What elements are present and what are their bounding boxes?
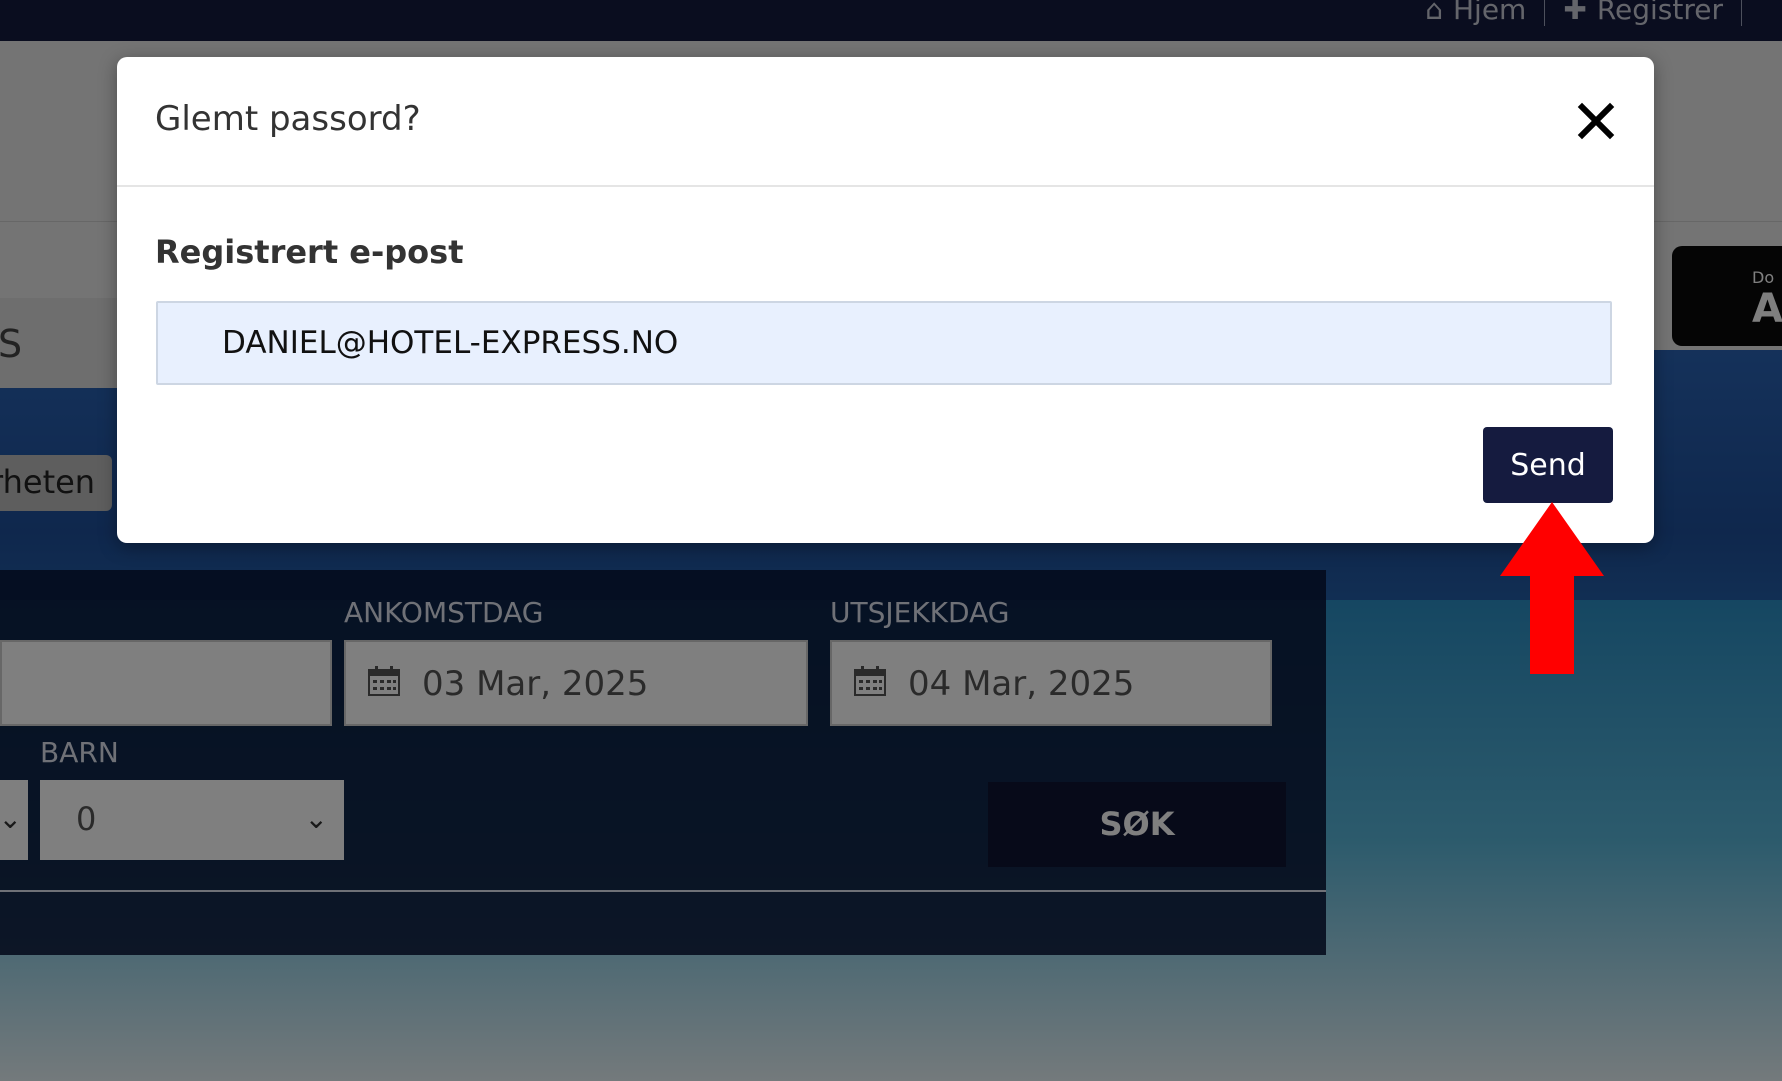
email-field-label: Registrert e-post bbox=[155, 233, 464, 271]
email-field[interactable] bbox=[156, 301, 1612, 385]
send-button[interactable]: Send bbox=[1483, 427, 1613, 503]
forgot-password-modal: Glemt passord? Registrert e-post Send bbox=[117, 57, 1654, 543]
close-icon[interactable] bbox=[1574, 99, 1618, 143]
modal-title: Glemt passord? bbox=[155, 99, 421, 139]
annotation-arrow-icon bbox=[1500, 502, 1604, 674]
modal-header: Glemt passord? bbox=[117, 57, 1654, 187]
